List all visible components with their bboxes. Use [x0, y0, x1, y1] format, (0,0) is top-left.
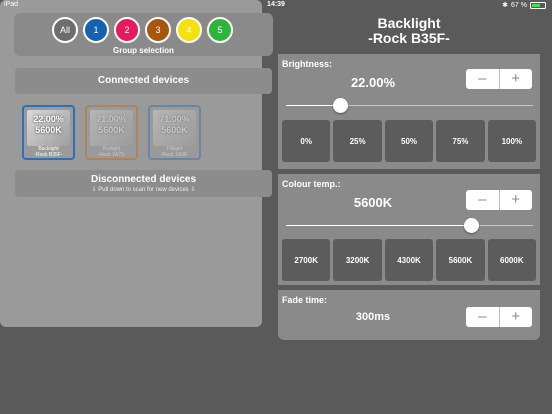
brightness-preset-25[interactable]: 25% [333, 120, 382, 162]
device-tile-filllight[interactable]: 71.00% 5600K Filllight -Rock 1A38- [148, 105, 201, 160]
brightness-slider[interactable] [286, 98, 533, 113]
fade-time-value: 300ms [355, 311, 391, 323]
status-right: ✱ 67 % [502, 1, 546, 9]
group-selection-panel: All 1 2 3 4 5 Group selection [14, 13, 273, 56]
device-name: Keylight -Rock 3A70- [87, 146, 136, 158]
colour-temp-presets: 2700K 3200K 4300K 5600K 6000K [282, 239, 537, 281]
group-selection-label: Group selection [113, 46, 174, 55]
brightness-increase-button[interactable]: + [500, 69, 533, 89]
brightness-value: 22.00% [350, 75, 396, 90]
disconnected-devices-label: Disconnected devices [90, 174, 197, 185]
fade-time-stepper[interactable]: – + [466, 307, 532, 327]
brightness-preset-100[interactable]: 100% [487, 120, 537, 162]
fade-time-increase-button[interactable]: + [500, 307, 533, 327]
group-button-3[interactable]: 3 [145, 17, 171, 43]
device-brightness: 71.00% [159, 114, 190, 124]
colour-temp-preset-6000k[interactable]: 6000K [487, 239, 537, 281]
device-name: Backlight -Rock B35F- [24, 146, 73, 158]
clock: 14:39 [267, 1, 285, 8]
group-button-2[interactable]: 2 [114, 17, 140, 43]
device-title-line1: Backlight [377, 15, 441, 31]
device-name-line2: -Rock 3A70- [97, 152, 126, 158]
colour-temp-preset-3200k[interactable]: 3200K [333, 239, 382, 281]
brightness-label: Brightness: [282, 59, 333, 69]
bluetooth-icon: ✱ [502, 2, 509, 9]
colour-temp-decrease-button[interactable]: – [466, 190, 499, 210]
brightness-presets: 0% 25% 50% 75% 100% [282, 120, 537, 162]
group-button-all[interactable]: All [52, 17, 78, 43]
disconnected-devices-header[interactable]: Disconnected devices ⇩ Pull down to scan… [15, 170, 272, 197]
brightness-section: Brightness: 22.00% – + 0% 25% 50% 75% 10… [278, 54, 540, 169]
device-name-line2: -Rock 1A38- [160, 152, 189, 158]
device-name: Filllight -Rock 1A38- [150, 146, 199, 158]
brightness-preset-75[interactable]: 75% [436, 120, 485, 162]
group-button-5[interactable]: 5 [207, 17, 233, 43]
device-brightness: 22.00% [33, 114, 64, 124]
device-title-line2: -Rock B35F- [368, 30, 450, 46]
device-colour-temp: 5600K [98, 125, 125, 135]
brightness-stepper[interactable]: – + [466, 69, 532, 89]
pull-to-scan-hint: ⇩ Pull down to scan for new devices ⇩ [91, 187, 196, 193]
device-tile-backlight[interactable]: 22.00% 5600K Backlight -Rock B35F- [22, 105, 75, 160]
battery-percent: 67 % [511, 1, 527, 9]
group-button-4[interactable]: 4 [176, 17, 202, 43]
colour-temp-preset-2700k[interactable]: 2700K [282, 239, 331, 281]
fade-time-decrease-button[interactable]: – [466, 307, 499, 327]
colour-temp-preset-4300k[interactable]: 4300K [384, 239, 434, 281]
colour-temp-slider[interactable] [286, 218, 533, 233]
fade-time-section: Fade time: 300ms – + [278, 290, 540, 340]
battery-icon [530, 1, 546, 9]
colour-temp-slider-knob[interactable] [463, 218, 479, 233]
colour-temp-increase-button[interactable]: + [500, 190, 533, 210]
device-detail-title: Backlight -Rock B35F- [278, 16, 540, 46]
fade-time-label: Fade time: [282, 295, 328, 305]
device-name-line2: -Rock B35F- [34, 152, 63, 158]
colour-temp-value: 5600K [353, 195, 393, 210]
device-brightness: 71.00% [96, 114, 127, 124]
colour-temp-preset-5600k[interactable]: 5600K [436, 239, 485, 281]
colour-temp-stepper[interactable]: – + [466, 190, 532, 210]
device-colour-temp: 5600K [35, 125, 62, 135]
brightness-preset-50[interactable]: 50% [384, 120, 434, 162]
colour-temp-label: Colour temp.: [282, 179, 341, 189]
colour-temp-section: Colour temp.: 5600K – + 2700K 3200K 4300… [278, 174, 540, 285]
status-bar: iPad 14:39 ✱ 67 % [0, 0, 552, 11]
colour-temp-slider-fill [286, 225, 472, 226]
device-tile-keylight[interactable]: 71.00% 5600K Keylight -Rock 3A70- [85, 105, 138, 160]
connected-devices-header[interactable]: Connected devices [15, 68, 272, 94]
battery-level-fill [532, 3, 541, 7]
brightness-preset-0[interactable]: 0% [282, 120, 331, 162]
brightness-decrease-button[interactable]: – [466, 69, 499, 89]
device-colour-temp: 5600K [161, 125, 188, 135]
brightness-slider-knob[interactable] [332, 98, 348, 113]
group-button-1[interactable]: 1 [83, 17, 109, 43]
